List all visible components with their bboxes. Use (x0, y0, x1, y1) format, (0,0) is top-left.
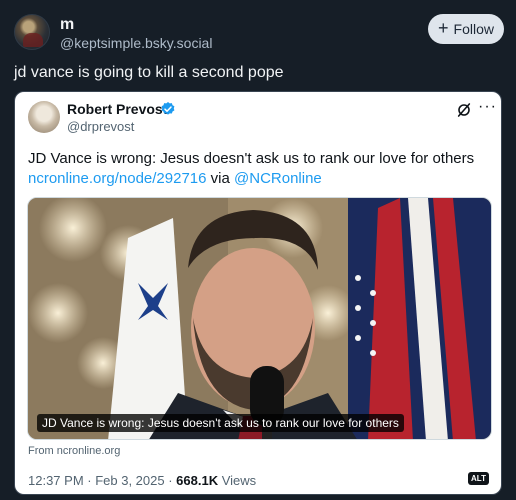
article-image[interactable]: JD Vance is wrong: Jesus doesn't ask us … (27, 197, 492, 440)
post-text: jd vance is going to kill a second pope (14, 64, 284, 81)
views-label: Views (221, 473, 257, 488)
follow-button[interactable]: + Follow (428, 14, 504, 44)
embedded-tweet[interactable]: Robert Prevost @drprevost ··· JD Vance i… (14, 91, 502, 495)
embed-text-line: JD Vance is wrong: Jesus doesn't ask us … (28, 150, 475, 167)
author-display-name[interactable]: m (60, 16, 74, 34)
views-count: 668.1K (176, 473, 219, 488)
mention-link[interactable]: @NCRonline (234, 170, 322, 187)
via-word: via (210, 170, 230, 187)
source-domain: From ncronline.org (28, 445, 121, 457)
grok-icon[interactable] (456, 102, 472, 118)
post-header: m @keptsimple.bsky.social + Follow (14, 12, 504, 56)
timestamp[interactable]: 12:37 PM · Feb 3, 2025 · (28, 473, 173, 488)
tweet-meta: 12:37 PM · Feb 3, 2025 · 668.1K Views (28, 473, 256, 488)
follow-label: Follow (453, 21, 494, 37)
embed-text: JD Vance is wrong: Jesus doesn't ask us … (28, 149, 493, 189)
embed-author-handle[interactable]: @drprevost (67, 119, 134, 134)
alt-badge[interactable]: ALT (468, 472, 489, 485)
author-handle[interactable]: @keptsimple.bsky.social (60, 35, 212, 51)
more-horizontal-icon[interactable]: ··· (478, 98, 497, 116)
media-caption: JD Vance is wrong: Jesus doesn't ask us … (37, 414, 404, 432)
article-photo (28, 198, 491, 439)
embed-avatar[interactable] (28, 101, 60, 133)
article-link[interactable]: ncronline.org/node/292716 (28, 170, 206, 187)
verified-badge-icon (161, 102, 175, 115)
plus-icon: + (438, 18, 449, 38)
embed-author-name[interactable]: Robert Prevost (67, 101, 167, 117)
avatar[interactable] (14, 14, 50, 50)
